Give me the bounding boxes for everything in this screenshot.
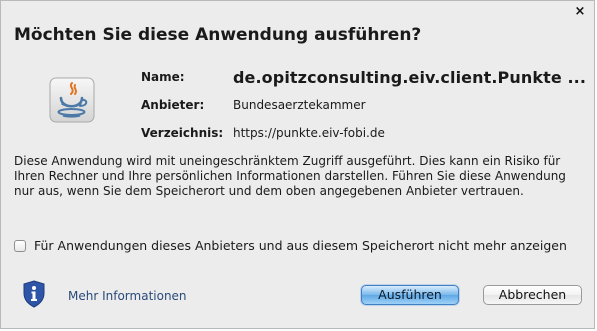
run-button[interactable]: Ausführen xyxy=(361,285,459,305)
dialog-title: Möchten Sie diese Anwendung ausführen? xyxy=(14,25,422,45)
run-application-dialog: × Möchten Sie diese Anwendung ausführen?… xyxy=(0,0,595,329)
java-cup-icon xyxy=(49,77,95,123)
cancel-button[interactable]: Abbrechen xyxy=(483,285,582,305)
close-icon[interactable]: × xyxy=(574,5,586,18)
dont-show-again-option[interactable]: Für Anwendungen dieses Anbieters und aus… xyxy=(14,238,567,253)
application-info: Name: de.opitzconsulting.eiv.client.Punk… xyxy=(141,63,586,147)
name-value: de.opitzconsulting.eiv.client.Punkte ... xyxy=(233,67,587,87)
security-warning-text: Diese Anwendung wird mit uneingeschränkt… xyxy=(14,154,566,198)
shield-info-icon[interactable] xyxy=(22,280,46,308)
name-label: Name: xyxy=(141,70,185,84)
publisher-label: Anbieter: xyxy=(141,98,205,112)
location-label: Verzeichnis: xyxy=(141,126,224,140)
dont-show-again-checkbox[interactable] xyxy=(14,239,26,252)
location-value: https://punkte.eiv-fobi.de xyxy=(233,126,385,140)
publisher-value: Bundesaerztekammer xyxy=(233,98,366,112)
dont-show-again-label[interactable]: Für Anwendungen dieses Anbieters und aus… xyxy=(34,238,567,253)
more-information-link[interactable]: Mehr Informationen xyxy=(68,289,187,303)
